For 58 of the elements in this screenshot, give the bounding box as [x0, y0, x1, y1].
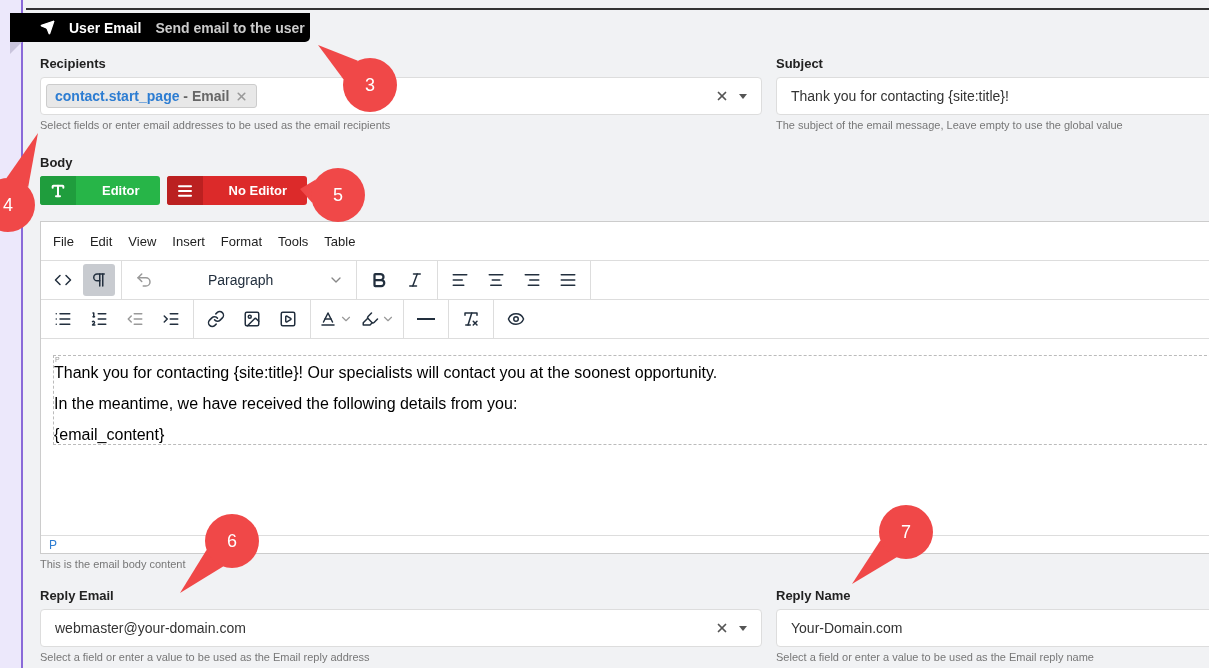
bold-icon [370, 271, 388, 289]
tag-label: contact.start_page - Email [55, 88, 230, 104]
clear-icon [715, 621, 729, 635]
align-right-icon [523, 271, 541, 289]
body-paragraph: Thank you for contacting {site:title}! Our specialists will contact you at the soonest opportunity. [54, 364, 719, 382]
field-label: Subject [776, 56, 824, 71]
field-hint: Select a field or enter a value to be used as the Email reply name [776, 651, 1095, 663]
field-hint: Select fields or enter email addresses to be used as the email recipients [40, 119, 392, 131]
indent-icon [162, 310, 180, 328]
undo-icon [135, 271, 153, 289]
reply-name-field[interactable]: Your-Domain.com [776, 609, 1209, 647]
field-hint: Select a field or enter a value to be used as the Email reply address [40, 651, 371, 663]
ribbon-fold [10, 42, 22, 54]
menu-item[interactable]: Table [316, 233, 364, 249]
justify-icon [559, 271, 577, 289]
field-label: Reply Name [776, 588, 852, 603]
field-hint: This is the email body content [40, 558, 187, 570]
editor-mode-button[interactable]: No Editor [166, 176, 308, 205]
letter-icon [50, 182, 66, 199]
align-left-icon [451, 271, 469, 289]
block-format-select[interactable]: Paragraph [200, 264, 350, 296]
field-label: Recipients [40, 56, 107, 71]
field-label: Reply Email [40, 588, 115, 603]
menu-item[interactable]: Format [212, 233, 270, 249]
body-paragraph: In the meantime, we have received the following details from you: [54, 395, 519, 413]
recipient-tag[interactable]: contact.start_page - Email [46, 84, 258, 108]
visual-blocks-button[interactable] [83, 264, 115, 296]
menu-item[interactable]: View [120, 233, 165, 249]
clear-icon [715, 89, 729, 103]
menu-item[interactable]: Edit [81, 233, 121, 249]
subject-field[interactable]: Thank you for contacting {site:title}! [776, 77, 1209, 115]
outdent-icon [126, 310, 144, 328]
send-icon [40, 20, 55, 35]
field-hint: The subject of the email message, Leave empty to use the global value [776, 119, 1124, 131]
body-paragraph: {email_content} [54, 426, 166, 444]
numbered-list-icon [90, 310, 108, 328]
highlighter-icon [361, 310, 379, 328]
reply-email-select[interactable]: webmaster@your-domain.com [40, 609, 762, 647]
clear-format-icon [462, 310, 480, 328]
caret-icon [739, 625, 747, 631]
align-center-icon [487, 271, 505, 289]
link-icon [207, 310, 225, 328]
field-label: Body [40, 155, 74, 170]
lines-icon [176, 182, 193, 199]
caret-icon [739, 93, 747, 99]
menu-item[interactable]: Tools [270, 233, 317, 249]
text-color-icon [319, 310, 337, 328]
italic-icon [406, 271, 424, 289]
pilcrow-icon [90, 271, 108, 289]
action-title: User Email [69, 19, 142, 36]
action-description: Send email to the user [155, 19, 305, 36]
menu-item[interactable]: Insert [164, 233, 213, 249]
horizontal-line-icon [417, 318, 435, 320]
eye-icon [507, 310, 525, 328]
image-icon [243, 310, 261, 328]
play-icon [279, 310, 297, 328]
menu-item[interactable]: File [45, 233, 82, 249]
bullet-list-icon [54, 310, 72, 328]
